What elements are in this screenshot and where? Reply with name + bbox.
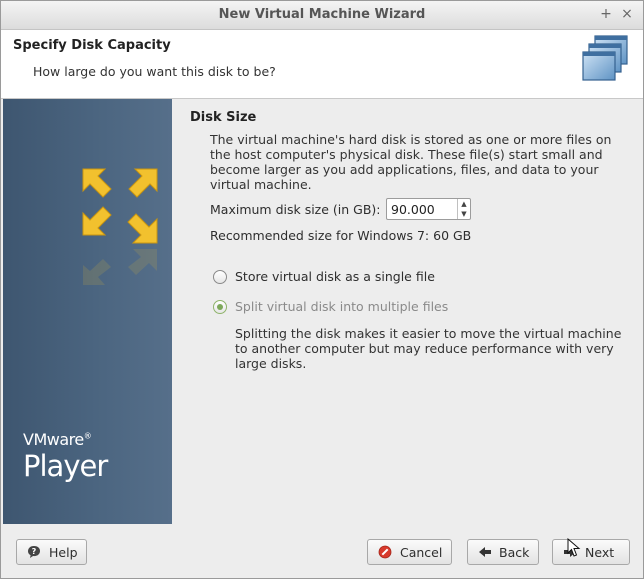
window-title: New Virtual Machine Wizard <box>218 7 426 22</box>
help-button[interactable]: ? Help <box>16 539 87 565</box>
brand-sidebar: VMware® Player <box>3 99 172 524</box>
max-size-spinner[interactable]: ▲ ▼ <box>386 198 471 220</box>
cancel-label: Cancel <box>400 545 443 560</box>
registered-mark: ® <box>83 431 92 441</box>
split-files-radio[interactable] <box>213 300 227 314</box>
spin-up-icon[interactable]: ▲ <box>458 199 470 209</box>
help-icon: ? <box>28 546 40 558</box>
product-name: Player <box>23 449 108 483</box>
next-button[interactable]: Next <box>552 539 630 565</box>
cancel-icon <box>378 545 392 559</box>
spin-down-icon[interactable]: ▼ <box>458 209 470 219</box>
max-size-label: Maximum disk size (in GB): <box>210 202 381 217</box>
button-bar: ? Help Cancel Back Next <box>1 525 643 578</box>
wizard-window: New Virtual Machine Wizard + × Specify D… <box>0 0 644 579</box>
next-label: Next <box>585 545 615 560</box>
vmware-arrows-icon <box>82 168 158 285</box>
section-title: Disk Size <box>190 110 257 125</box>
maximize-icon[interactable]: + <box>597 5 615 23</box>
title-bar[interactable]: New Virtual Machine Wizard + × <box>1 1 643 30</box>
close-icon[interactable]: × <box>618 5 636 23</box>
page-subtitle: How large do you want this disk to be? <box>33 64 276 79</box>
back-button[interactable]: Back <box>467 539 539 565</box>
help-label: Help <box>49 545 78 560</box>
split-files-label[interactable]: Split virtual disk into multiple files <box>235 299 448 314</box>
disk-capacity-panel: Disk Size The virtual machine's hard dis… <box>173 99 643 524</box>
spinner-arrows: ▲ ▼ <box>457 199 470 219</box>
svg-text:?: ? <box>32 547 37 556</box>
single-file-label[interactable]: Store virtual disk as a single file <box>235 269 435 284</box>
back-label: Back <box>499 545 530 560</box>
cancel-button[interactable]: Cancel <box>367 539 452 565</box>
split-description: Splitting the disk makes it easier to mo… <box>235 326 622 371</box>
stacked-windows-icon <box>582 35 628 81</box>
single-file-radio[interactable] <box>213 270 227 284</box>
page-title: Specify Disk Capacity <box>13 38 171 53</box>
disk-description: The virtual machine's hard disk is store… <box>210 132 612 192</box>
recommended-size: Recommended size for Windows 7: 60 GB <box>210 228 472 243</box>
max-size-input[interactable] <box>391 201 453 217</box>
brand-name: VMware® <box>23 430 92 449</box>
wizard-header: Specify Disk Capacity How large do you w… <box>1 30 643 99</box>
back-arrow-icon <box>479 547 491 557</box>
mouse-cursor-icon <box>567 538 581 557</box>
